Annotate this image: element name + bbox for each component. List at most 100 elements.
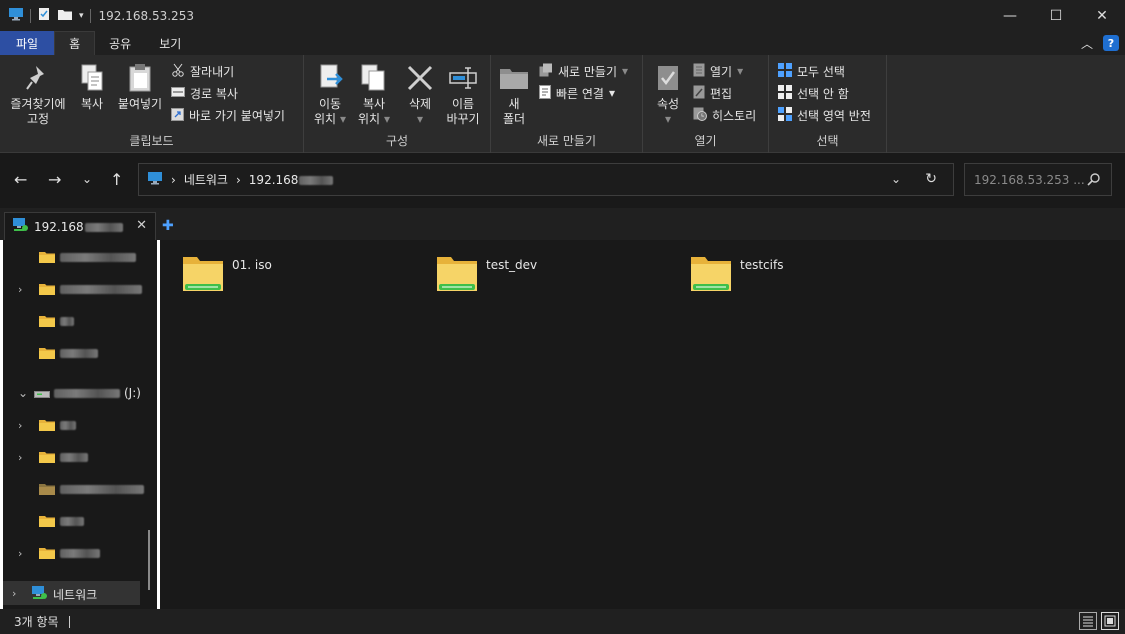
- folder-item[interactable]: test_dev: [436, 254, 537, 297]
- copy-to-button[interactable]: 복사 위치 ▾: [354, 61, 394, 127]
- new-folder-button[interactable]: 새 폴더: [497, 61, 531, 127]
- easy-access-button[interactable]: 빠른 연결 ▾: [539, 83, 615, 103]
- properties-dropdown-icon[interactable]: ▾: [665, 112, 671, 127]
- navigation-pane: › ⌄ (J:) › › › › 네트워크: [0, 240, 160, 609]
- properties-label: 속성: [656, 97, 680, 111]
- details-view-icon[interactable]: [1079, 612, 1097, 630]
- nav-folder-item[interactable]: ›: [3, 277, 157, 301]
- copy-button[interactable]: 복사: [74, 61, 110, 112]
- expand-chevron-icon[interactable]: ›: [18, 283, 22, 296]
- breadcrumb-separator-icon[interactable]: ›: [171, 173, 176, 187]
- add-tab-icon[interactable]: ✚: [162, 218, 174, 234]
- folder-icon: [38, 346, 56, 363]
- edit-label: 편집: [710, 86, 733, 101]
- rename-button[interactable]: 이름 바꾸기: [442, 61, 484, 127]
- paste-shortcut-button[interactable]: 바로 가기 붙여넣기: [171, 105, 285, 125]
- up-arrow-icon[interactable]: ↑: [110, 170, 123, 189]
- cut-button[interactable]: 잘라내기: [171, 61, 234, 81]
- nav-network-label: 네트워크: [53, 588, 98, 602]
- new-folder-quick-icon[interactable]: [57, 8, 73, 24]
- nav-folder-item[interactable]: ›: [3, 413, 157, 437]
- paste-button[interactable]: 붙여넣기: [113, 61, 167, 112]
- new-item-button[interactable]: 새로 만들기 ▾: [539, 61, 628, 81]
- nav-folder-item[interactable]: [3, 309, 157, 333]
- pin-to-quick-access-button[interactable]: 즐겨찾기에 고정: [6, 61, 70, 127]
- collapse-ribbon-icon[interactable]: ︿: [1081, 35, 1093, 52]
- nav-folder-item[interactable]: ›: [3, 445, 157, 469]
- edit-icon: [693, 85, 705, 102]
- tab-view[interactable]: 보기: [145, 31, 195, 55]
- quick-access-dropdown-icon[interactable]: ▾: [79, 11, 84, 21]
- folder-item[interactable]: testcifs: [690, 254, 783, 297]
- nav-folder-item[interactable]: ›: [3, 541, 157, 565]
- tab-strip: 192.168 ✕ ✚: [0, 208, 1125, 240]
- breadcrumb-separator-icon[interactable]: ›: [236, 173, 241, 187]
- expand-chevron-icon[interactable]: ›: [18, 419, 22, 432]
- copy-path-label: 경로 복사: [190, 86, 238, 101]
- status-bar: 3개 항목: [0, 609, 1125, 634]
- delete-dropdown-icon[interactable]: ▾: [417, 112, 423, 127]
- open-button[interactable]: 열기 ▾: [693, 61, 743, 81]
- computer-icon: [8, 7, 24, 24]
- select-none-button[interactable]: 선택 안 함: [778, 83, 849, 103]
- folder-icon: [38, 250, 56, 267]
- nav-folder-item[interactable]: [3, 477, 157, 501]
- nav-folder-item[interactable]: [3, 341, 157, 365]
- copy-to-label-1: 복사: [362, 97, 386, 111]
- close-button[interactable]: ✕: [1079, 0, 1125, 31]
- minimize-button[interactable]: —: [987, 0, 1033, 31]
- copy-path-button[interactable]: 경로 복사: [171, 83, 238, 103]
- help-icon[interactable]: ?: [1103, 35, 1119, 51]
- select-none-icon: [778, 84, 792, 102]
- breadcrumb-host[interactable]: 192.168: [249, 173, 334, 187]
- forward-arrow-icon[interactable]: →: [48, 170, 61, 189]
- move-to-label-1: 이동: [318, 97, 342, 111]
- nav-pane-scrollbar[interactable]: [148, 530, 150, 590]
- move-to-button[interactable]: 이동 위치 ▾: [310, 61, 350, 127]
- tab-home[interactable]: 홈: [54, 31, 96, 55]
- folder-item[interactable]: 01. iso: [182, 254, 272, 297]
- folder-name: test_dev: [486, 258, 538, 272]
- breadcrumb-network[interactable]: 네트워크: [184, 171, 228, 188]
- select-all-button[interactable]: 모두 선택: [778, 61, 845, 81]
- properties-button[interactable]: 속성 ▾: [651, 61, 685, 127]
- network-folder-icon: [436, 254, 478, 297]
- copy-label: 복사: [80, 97, 104, 111]
- maximize-button[interactable]: ☐: [1033, 0, 1079, 31]
- network-icon: [30, 585, 48, 604]
- large-icons-view-icon[interactable]: [1101, 612, 1119, 630]
- invert-selection-button[interactable]: 선택 영역 반전: [778, 105, 871, 125]
- expand-chevron-icon[interactable]: ›: [12, 587, 16, 600]
- title-separator-2: [89, 8, 91, 23]
- search-icon[interactable]: [1087, 172, 1101, 189]
- tab-file[interactable]: 파일: [0, 31, 55, 55]
- edit-button[interactable]: 편집: [693, 83, 732, 103]
- copy-to-icon: [360, 61, 388, 95]
- folder-icon: [38, 450, 56, 467]
- address-history-chevron-icon[interactable]: ⌄: [891, 172, 901, 186]
- tab-share[interactable]: 공유: [95, 31, 145, 55]
- back-arrow-icon[interactable]: ←: [14, 170, 27, 189]
- new-item-label: 새로 만들기: [558, 64, 618, 79]
- address-bar[interactable]: › 네트워크 › 192.168 ⌄ ↻: [138, 163, 954, 196]
- history-button[interactable]: 히스토리: [693, 105, 756, 125]
- expand-chevron-icon[interactable]: ›: [18, 547, 22, 560]
- nav-drive-item[interactable]: ⌄ (J:): [3, 381, 157, 405]
- explorer-tab[interactable]: 192.168 ✕: [4, 212, 156, 240]
- search-box[interactable]: 192.168.53.253 ...: [964, 163, 1112, 196]
- recent-locations-chevron-icon[interactable]: ⌄: [82, 172, 92, 186]
- copy-to-label-2: 위치 ▾: [358, 112, 390, 126]
- delete-button[interactable]: 삭제 ▾: [402, 61, 438, 127]
- nav-folder-item[interactable]: [3, 509, 157, 533]
- folder-name: testcifs: [740, 258, 784, 272]
- nav-folder-item[interactable]: [3, 245, 157, 269]
- refresh-icon[interactable]: ↻: [925, 171, 937, 187]
- properties-quick-icon[interactable]: [37, 7, 51, 24]
- tab-close-icon[interactable]: ✕: [136, 218, 147, 233]
- collapse-chevron-icon[interactable]: ⌄: [18, 386, 28, 400]
- nav-network-item[interactable]: › 네트워크: [3, 581, 140, 605]
- paste-shortcut-icon: [171, 107, 184, 124]
- organize-group: 이동 위치 ▾ 복사 위치 ▾ 삭제 ▾ 이름 바꾸기 구성: [304, 55, 491, 153]
- folder-icon: [38, 514, 56, 531]
- expand-chevron-icon[interactable]: ›: [18, 451, 22, 464]
